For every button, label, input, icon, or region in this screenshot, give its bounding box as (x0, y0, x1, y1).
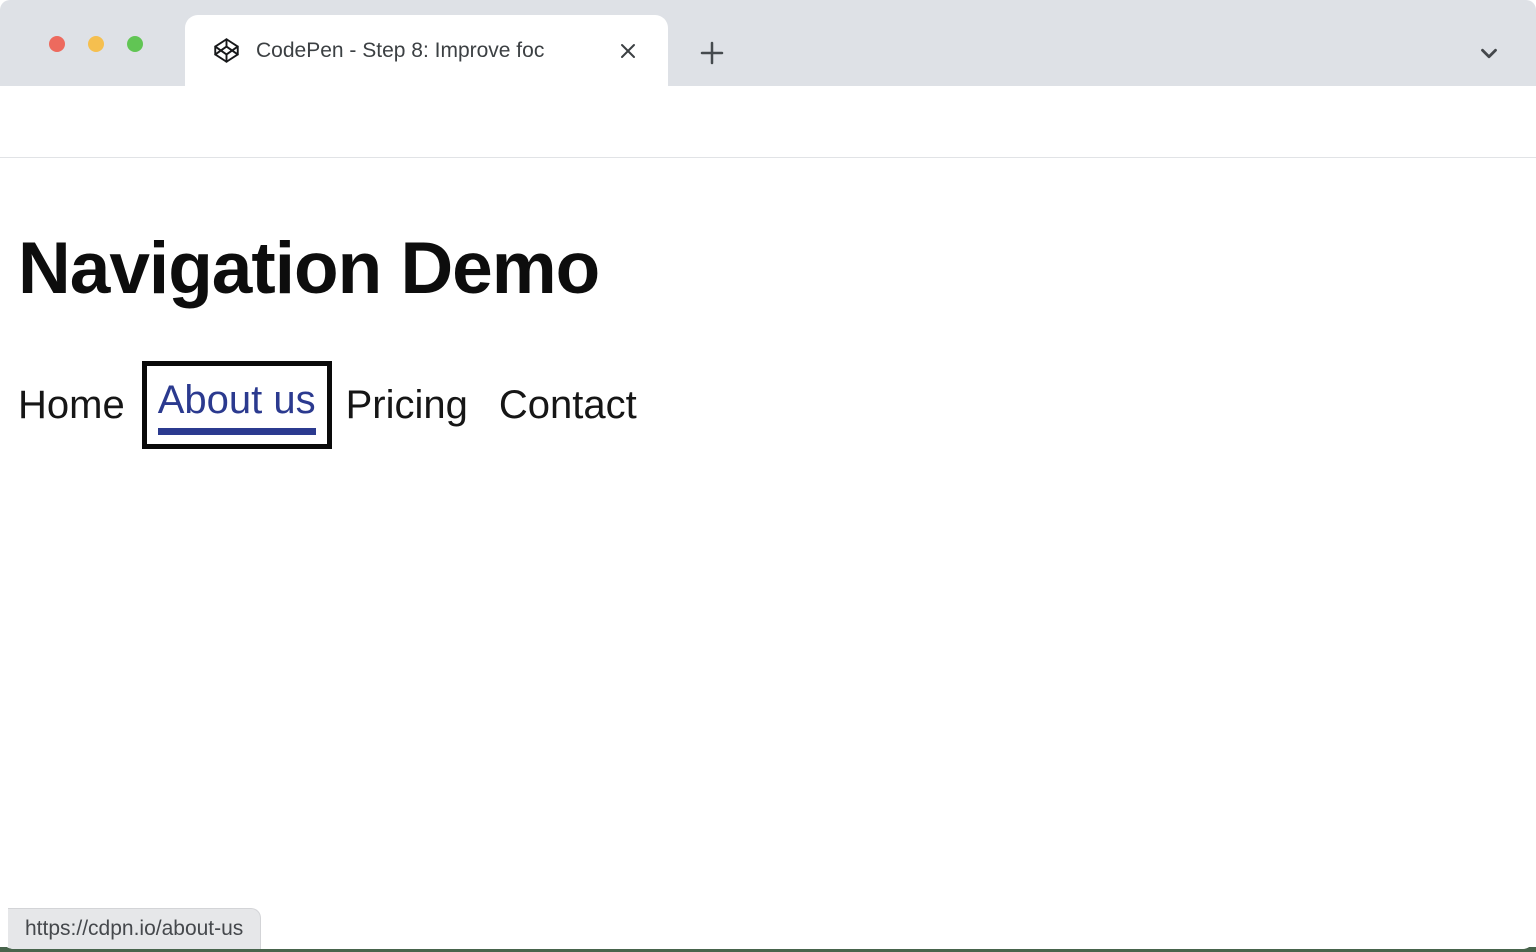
nav-link-home[interactable]: Home (18, 385, 125, 425)
zoom-window-button[interactable] (127, 36, 143, 52)
tab-codepen[interactable]: CodePen - Step 8: Improve foc (185, 15, 668, 86)
window-controls (49, 36, 143, 52)
nav-link-about-us[interactable]: About us (158, 380, 316, 435)
tab-title: CodePen - Step 8: Improve foc (256, 39, 608, 63)
nav-link-pricing[interactable]: Pricing (346, 385, 468, 425)
browser-window: CodePen - Step 8: Improve foc (0, 0, 1536, 949)
page-title: Navigation Demo (18, 225, 1536, 313)
page-viewport: Navigation Demo Home About us Pricing Co… (0, 159, 1536, 949)
focus-ring: About us (142, 361, 332, 449)
new-tab-button[interactable] (697, 38, 727, 68)
status-url: https://cdpn.io/about-us (25, 917, 243, 941)
minimize-window-button[interactable] (88, 36, 104, 52)
tab-strip: CodePen - Step 8: Improve foc (0, 0, 1536, 86)
close-tab-icon[interactable] (616, 39, 640, 63)
close-window-button[interactable] (49, 36, 65, 52)
status-bar: https://cdpn.io/about-us (8, 908, 261, 949)
codepen-favicon-icon (213, 37, 240, 64)
browser-toolbar: cdpn.io/pen/debug/OJvwGER (0, 86, 1536, 158)
tab-search-chevron-icon[interactable] (1476, 40, 1502, 66)
nav-link-contact[interactable]: Contact (499, 385, 637, 425)
page-navigation: Home About us Pricing Contact (18, 361, 1536, 449)
